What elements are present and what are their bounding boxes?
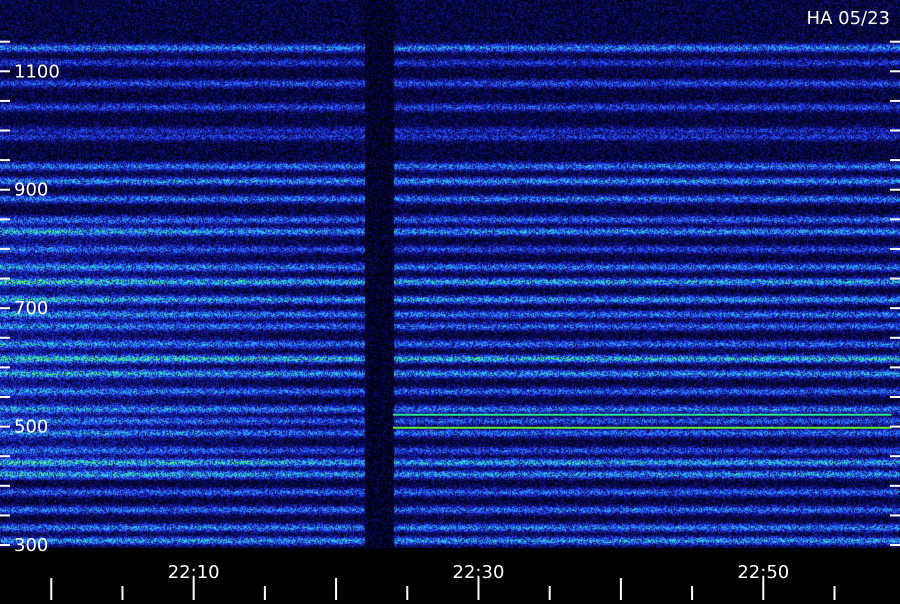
spectrogram-image [0,0,900,548]
spectrogram-svg: 300 500 700 900 1100 22:10 22:30 22:50 HA 05/23 [0,0,900,600]
x-tick-label: 22:30 [453,562,505,583]
x-tick-label: 22:10 [168,562,220,583]
y-tick-label: 1100 [14,61,60,82]
plot-area [0,0,900,548]
y-tick-label: 300 [14,535,48,556]
chart-title: HA 05/23 [807,8,890,29]
spectrogram-chart: 300 500 700 900 1100 22:10 22:30 22:50 HA 05/23 [0,0,900,600]
y-tick-label: 900 [14,180,48,201]
y-tick-label: 500 [14,417,48,438]
y-tick-label: 700 [14,298,48,319]
x-tick-label: 22:50 [737,562,789,583]
